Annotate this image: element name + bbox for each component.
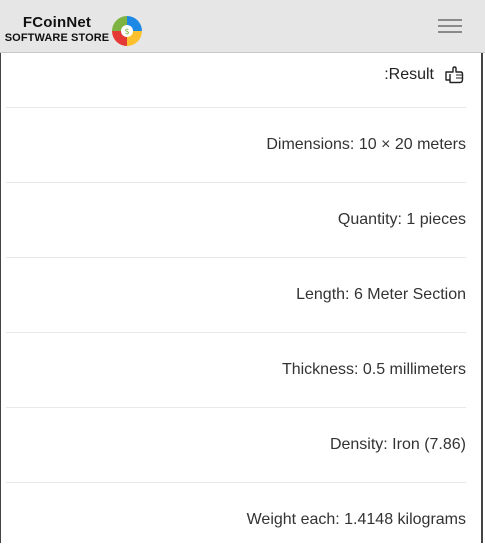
result-row-density: Density: Iron (7.86) <box>6 407 466 482</box>
brand-logo-text[interactable]: FCoinNet SOFTWARE STORE <box>1 15 113 44</box>
result-header: :Result <box>384 65 464 85</box>
brand-name: FCoinNet <box>22 14 92 31</box>
result-title: :Result <box>384 66 434 83</box>
result-row-text: Thickness: 0.5 millimeters <box>281 361 466 378</box>
result-row-quantity: Quantity: 1 pieces <box>6 182 466 257</box>
result-panel: :Result Dimensions: 10 × 20 meters Quant… <box>0 53 483 543</box>
result-row-text: Quantity: 1 pieces <box>337 211 466 228</box>
hamburger-menu-button[interactable] <box>438 16 464 36</box>
pinwheel-logo-icon[interactable]: $ <box>111 15 143 47</box>
svg-text:$: $ <box>124 27 129 36</box>
result-row-dimensions: Dimensions: 10 × 20 meters <box>6 107 466 182</box>
result-row-thickness: Thickness: 0.5 millimeters <box>6 332 466 407</box>
brand-subtitle: SOFTWARE STORE <box>4 32 110 44</box>
hamburger-line <box>438 19 462 21</box>
hamburger-line <box>438 31 462 33</box>
pointing-hand-icon <box>445 66 464 84</box>
result-row-text: Length: 6 Meter Section <box>296 286 466 303</box>
result-row-weight: Weight each: 1.4148 kilograms <box>6 482 466 557</box>
hamburger-line <box>438 25 462 27</box>
top-navbar: FCoinNet SOFTWARE STORE $ <box>0 0 485 53</box>
result-row-text: Dimensions: 10 × 20 meters <box>266 136 466 153</box>
result-row-text: Weight each: 1.4148 kilograms <box>246 511 466 528</box>
result-row-text: Density: Iron (7.86) <box>329 436 466 453</box>
result-row-length: Length: 6 Meter Section <box>6 257 466 332</box>
